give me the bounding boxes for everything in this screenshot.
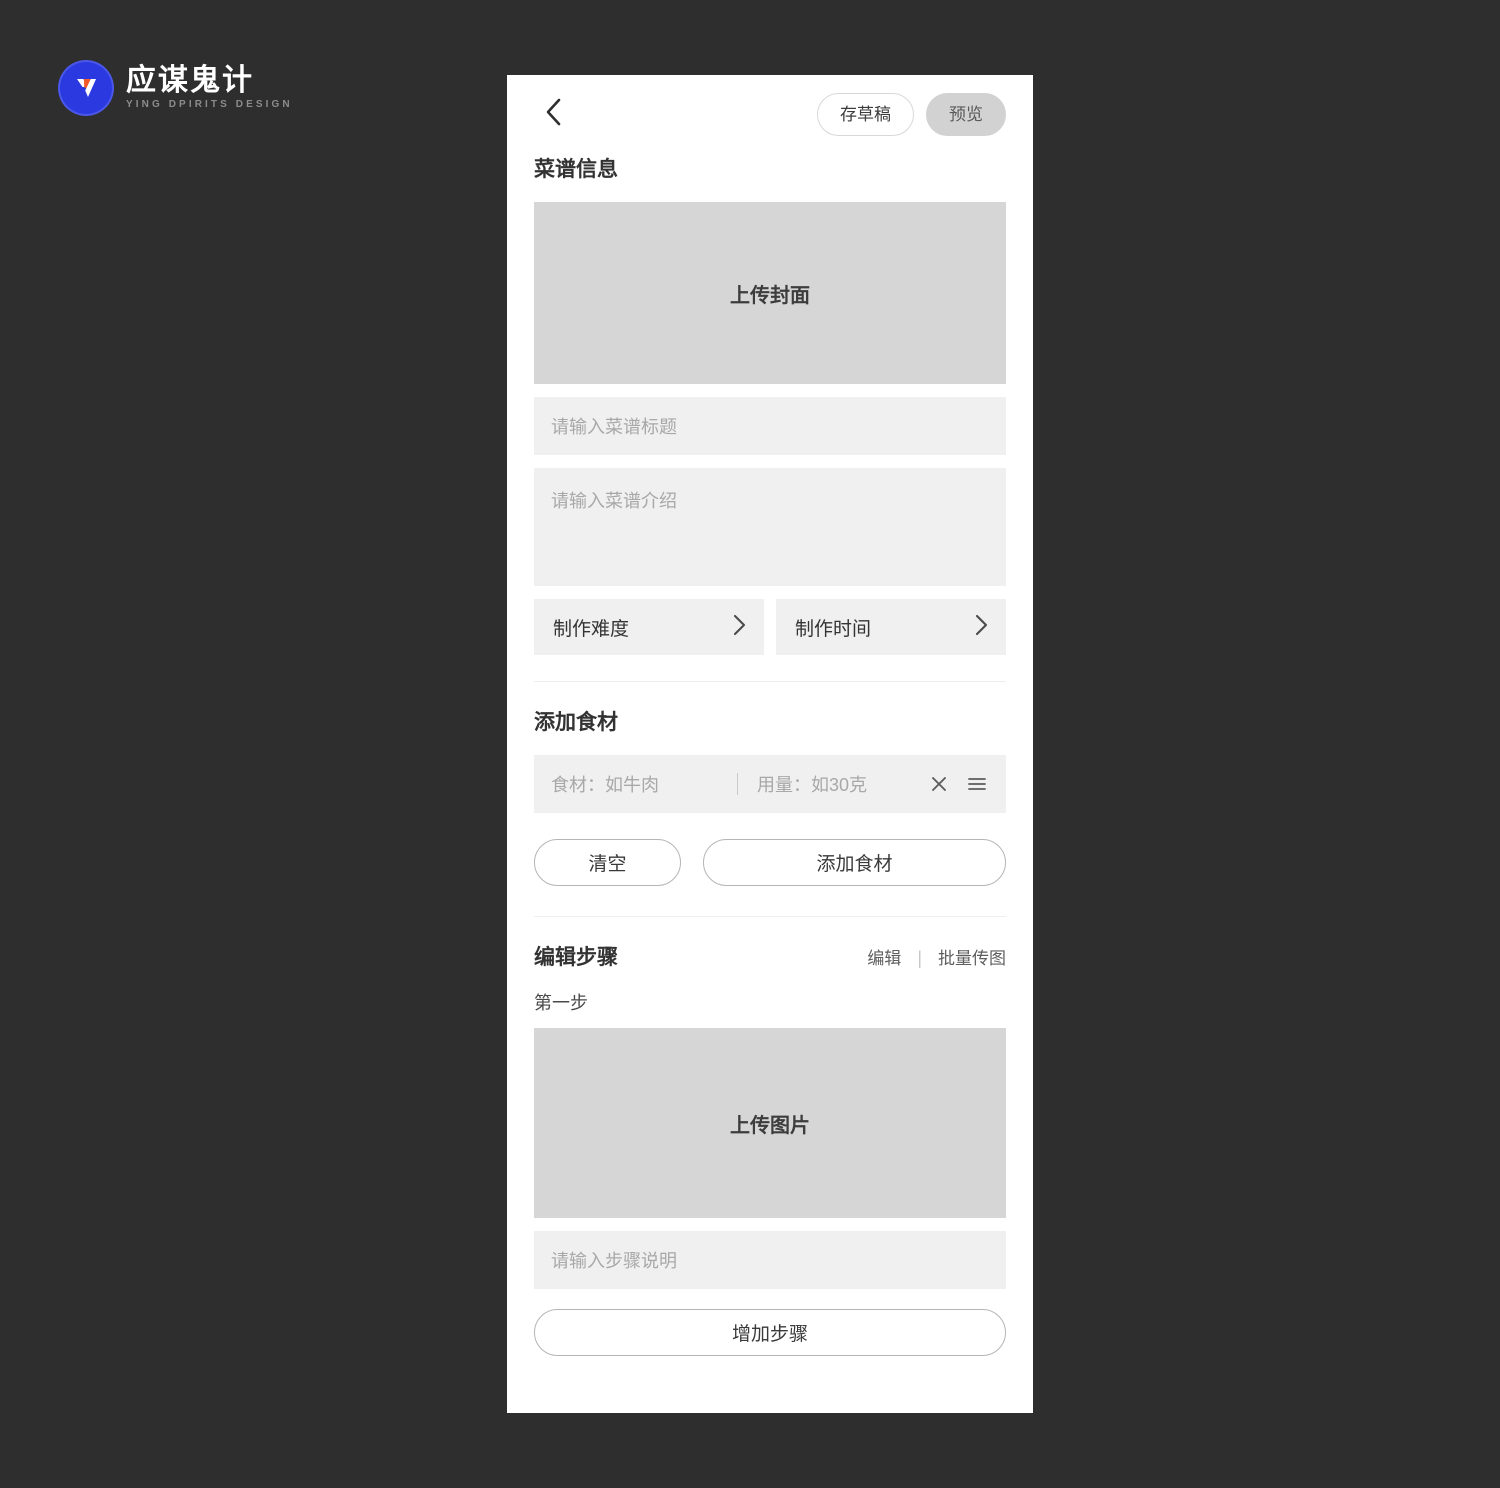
chevron-right-icon <box>975 614 988 641</box>
cooking-time-label: 制作时间 <box>795 618 872 640</box>
brand-logo: 应谋鬼计 YING DPIRITS DESIGN <box>60 62 293 114</box>
recipe-intro-input[interactable]: 请输入菜谱介绍 <box>534 468 1006 586</box>
step-one-label: 第一步 <box>534 993 588 1013</box>
recipe-title-placeholder: 请输入菜谱标题 <box>551 417 677 437</box>
brand-title: 应谋鬼计 <box>126 64 254 97</box>
recipe-info-heading: 菜谱信息 <box>534 158 618 181</box>
batch-upload-button[interactable]: 批量传图 <box>938 950 1006 967</box>
cover-upload-label: 上传封面 <box>730 284 810 307</box>
ingredients-heading: 添加食材 <box>534 711 618 734</box>
brand-subtitle: YING DPIRITS DESIGN <box>126 99 293 110</box>
back-button[interactable] <box>536 97 570 131</box>
difficulty-selector[interactable]: 制作难度 <box>534 599 764 655</box>
add-step-button[interactable]: 增加步骤 <box>534 1309 1006 1356</box>
recipe-title-input[interactable]: 请输入菜谱标题 <box>534 397 1006 455</box>
ingredient-name-input[interactable]: 食材：如牛肉 <box>551 771 737 797</box>
recipe-attributes-row: 制作难度 制作时间 <box>534 599 1006 655</box>
steps-actions: 编辑 | 批量传图 <box>867 949 1006 968</box>
save-draft-button[interactable]: 存草稿 <box>817 92 914 136</box>
drag-handle-icon[interactable] <box>962 769 992 799</box>
steps-heading-row: 编辑步骤 编辑 | 批量传图 <box>534 941 1006 980</box>
edit-steps-button[interactable]: 编辑 <box>867 950 901 967</box>
ingredient-buttons-row: 清空 添加食材 <box>534 839 1006 886</box>
preview-button[interactable]: 预览 <box>926 92 1006 136</box>
recipe-intro-placeholder: 请输入菜谱介绍 <box>551 491 677 511</box>
cover-upload-area[interactable]: 上传封面 <box>534 202 1006 384</box>
steps-heading: 编辑步骤 <box>534 946 618 969</box>
brand-mark-icon <box>60 62 112 114</box>
ingredient-row: 食材：如牛肉 用量：如30克 <box>534 755 1006 813</box>
step-description-input[interactable]: 请输入步骤说明 <box>534 1231 1006 1289</box>
phone-screen: 存草稿 预览 菜谱信息 上传封面 请输入菜谱标题 请输入菜谱介绍 制作难度 制作… <box>507 75 1033 1413</box>
ingredient-amount-input[interactable]: 用量：如30克 <box>757 771 924 797</box>
cooking-time-selector[interactable]: 制作时间 <box>776 599 1006 655</box>
add-ingredient-button[interactable]: 添加食材 <box>703 839 1006 886</box>
top-bar: 存草稿 预览 <box>534 75 1006 153</box>
ingredient-field-divider <box>737 773 738 795</box>
step-image-upload-label: 上传图片 <box>730 1114 810 1137</box>
top-bar-actions: 存草稿 预览 <box>817 92 1006 136</box>
step-image-upload-area[interactable]: 上传图片 <box>534 1028 1006 1218</box>
step-description-placeholder: 请输入步骤说明 <box>551 1251 677 1271</box>
close-icon[interactable] <box>924 769 954 799</box>
chevron-right-icon <box>733 614 746 641</box>
difficulty-label: 制作难度 <box>553 618 630 640</box>
clear-ingredients-button[interactable]: 清空 <box>534 839 681 886</box>
chevron-left-icon <box>544 97 562 132</box>
steps-action-separator: | <box>917 948 922 968</box>
